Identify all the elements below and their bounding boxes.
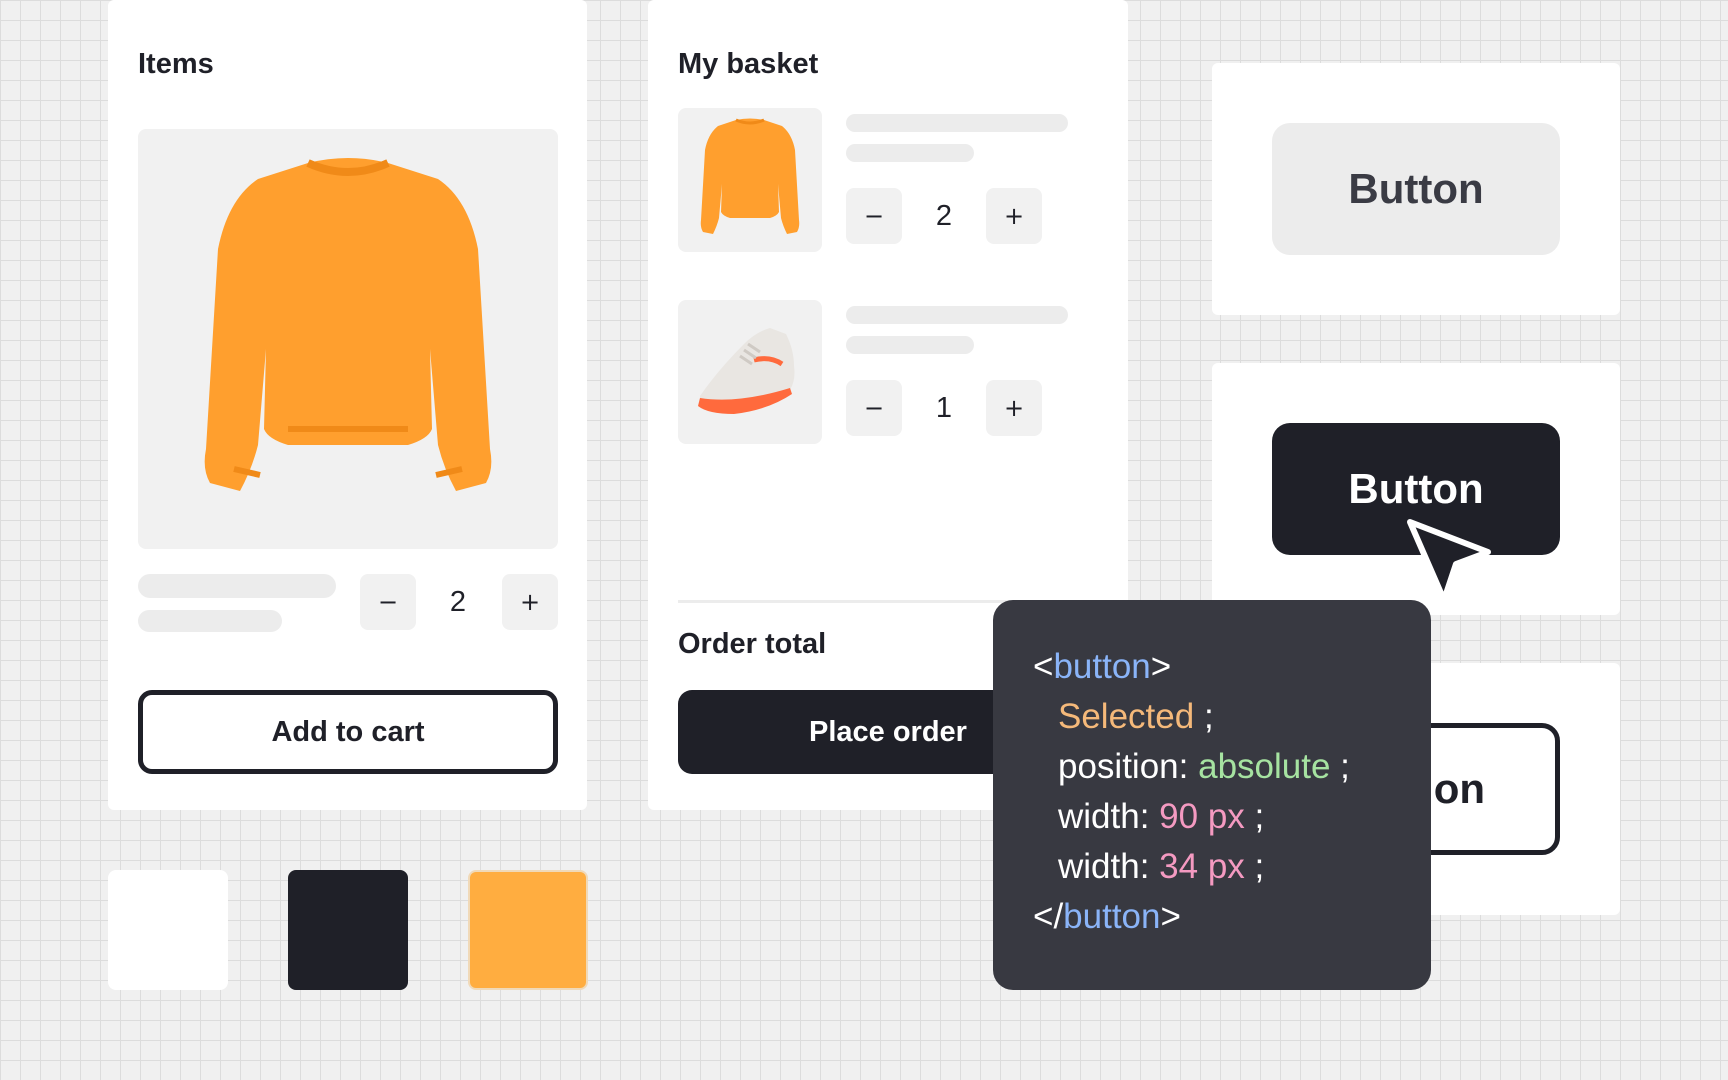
demo-button-default[interactable]: Button xyxy=(1272,123,1560,255)
code-unit: px xyxy=(1207,797,1245,836)
code-line-width-1: width: 90 px ; xyxy=(1033,792,1431,842)
code-value: absolute xyxy=(1198,747,1331,786)
basket-item-1-decrement-button[interactable]: − xyxy=(846,188,902,244)
code-semicolon: ; xyxy=(1254,847,1265,886)
add-to-cart-button[interactable]: Add to cart xyxy=(138,690,558,774)
code-line-position: position: absolute ; xyxy=(1033,742,1431,792)
code-tag-name: button xyxy=(1053,647,1151,686)
item-name-placeholder xyxy=(138,574,336,598)
swatch-white[interactable] xyxy=(108,870,228,990)
code-line-open-tag: <button> xyxy=(1033,642,1431,692)
code-bracket: > xyxy=(1160,897,1181,936)
order-total-label: Order total xyxy=(678,628,827,660)
basket-item-2-decrement-button[interactable]: − xyxy=(846,380,902,436)
basket-item-1-name-placeholder xyxy=(846,114,1068,132)
code-unit: px xyxy=(1207,847,1245,886)
sneaker-icon xyxy=(698,328,795,414)
demo-button-outline-label: on xyxy=(1433,765,1485,812)
code-line-selected: Selected ; xyxy=(1033,692,1431,742)
basket-item-2-quantity: 1 xyxy=(935,391,953,424)
sweatshirt-icon xyxy=(700,118,800,234)
item-quantity-value: 2 xyxy=(449,585,467,618)
button-state-card-default: Button xyxy=(1212,63,1620,315)
sweatshirt-icon xyxy=(204,158,492,491)
basket-item-2-increment-button[interactable]: + xyxy=(986,380,1042,436)
code-semicolon: ; xyxy=(1340,747,1350,786)
cursor-arrow-icon xyxy=(1407,519,1491,603)
basket-item-thumbnail-sweatshirt[interactable] xyxy=(678,108,822,252)
code-line-width-2: width: 34 px ; xyxy=(1033,842,1431,892)
product-image-sweatshirt[interactable] xyxy=(138,129,558,549)
basket-item-1-increment-button[interactable]: + xyxy=(986,188,1042,244)
code-prop: width: xyxy=(1058,797,1150,836)
swatch-orange[interactable] xyxy=(468,870,588,990)
items-card: Items − 2 + Add to cart xyxy=(108,0,587,810)
item-decrement-button[interactable]: − xyxy=(360,574,416,630)
code-value: 90 xyxy=(1159,797,1199,836)
code-semicolon: ; xyxy=(1254,797,1265,836)
code-bracket: < xyxy=(1033,647,1054,686)
basket-title: My basket xyxy=(678,48,819,80)
basket-item-1-price-placeholder xyxy=(846,144,974,162)
code-selected-keyword: Selected xyxy=(1058,697,1195,736)
swatch-dark[interactable] xyxy=(288,870,408,990)
code-prop: position: xyxy=(1058,747,1189,786)
code-tag-name: button xyxy=(1063,897,1161,936)
code-bracket: > xyxy=(1150,647,1172,686)
basket-item-1-quantity: 2 xyxy=(935,199,953,232)
basket-item-2-price-placeholder xyxy=(846,336,974,354)
code-value: 34 xyxy=(1159,847,1199,886)
code-line-close-tag: </button> xyxy=(1033,892,1431,942)
code-bracket: </ xyxy=(1033,897,1064,936)
items-title: Items xyxy=(138,48,214,80)
item-increment-button[interactable]: + xyxy=(502,574,558,630)
code-semicolon: ; xyxy=(1203,697,1214,736)
basket-item-thumbnail-sneaker[interactable] xyxy=(678,300,822,444)
item-price-placeholder xyxy=(138,610,282,632)
code-prop: width: xyxy=(1058,847,1150,886)
basket-item-2-name-placeholder xyxy=(846,306,1068,324)
code-panel: <button> Selected ; position: absolute ;… xyxy=(993,600,1431,990)
